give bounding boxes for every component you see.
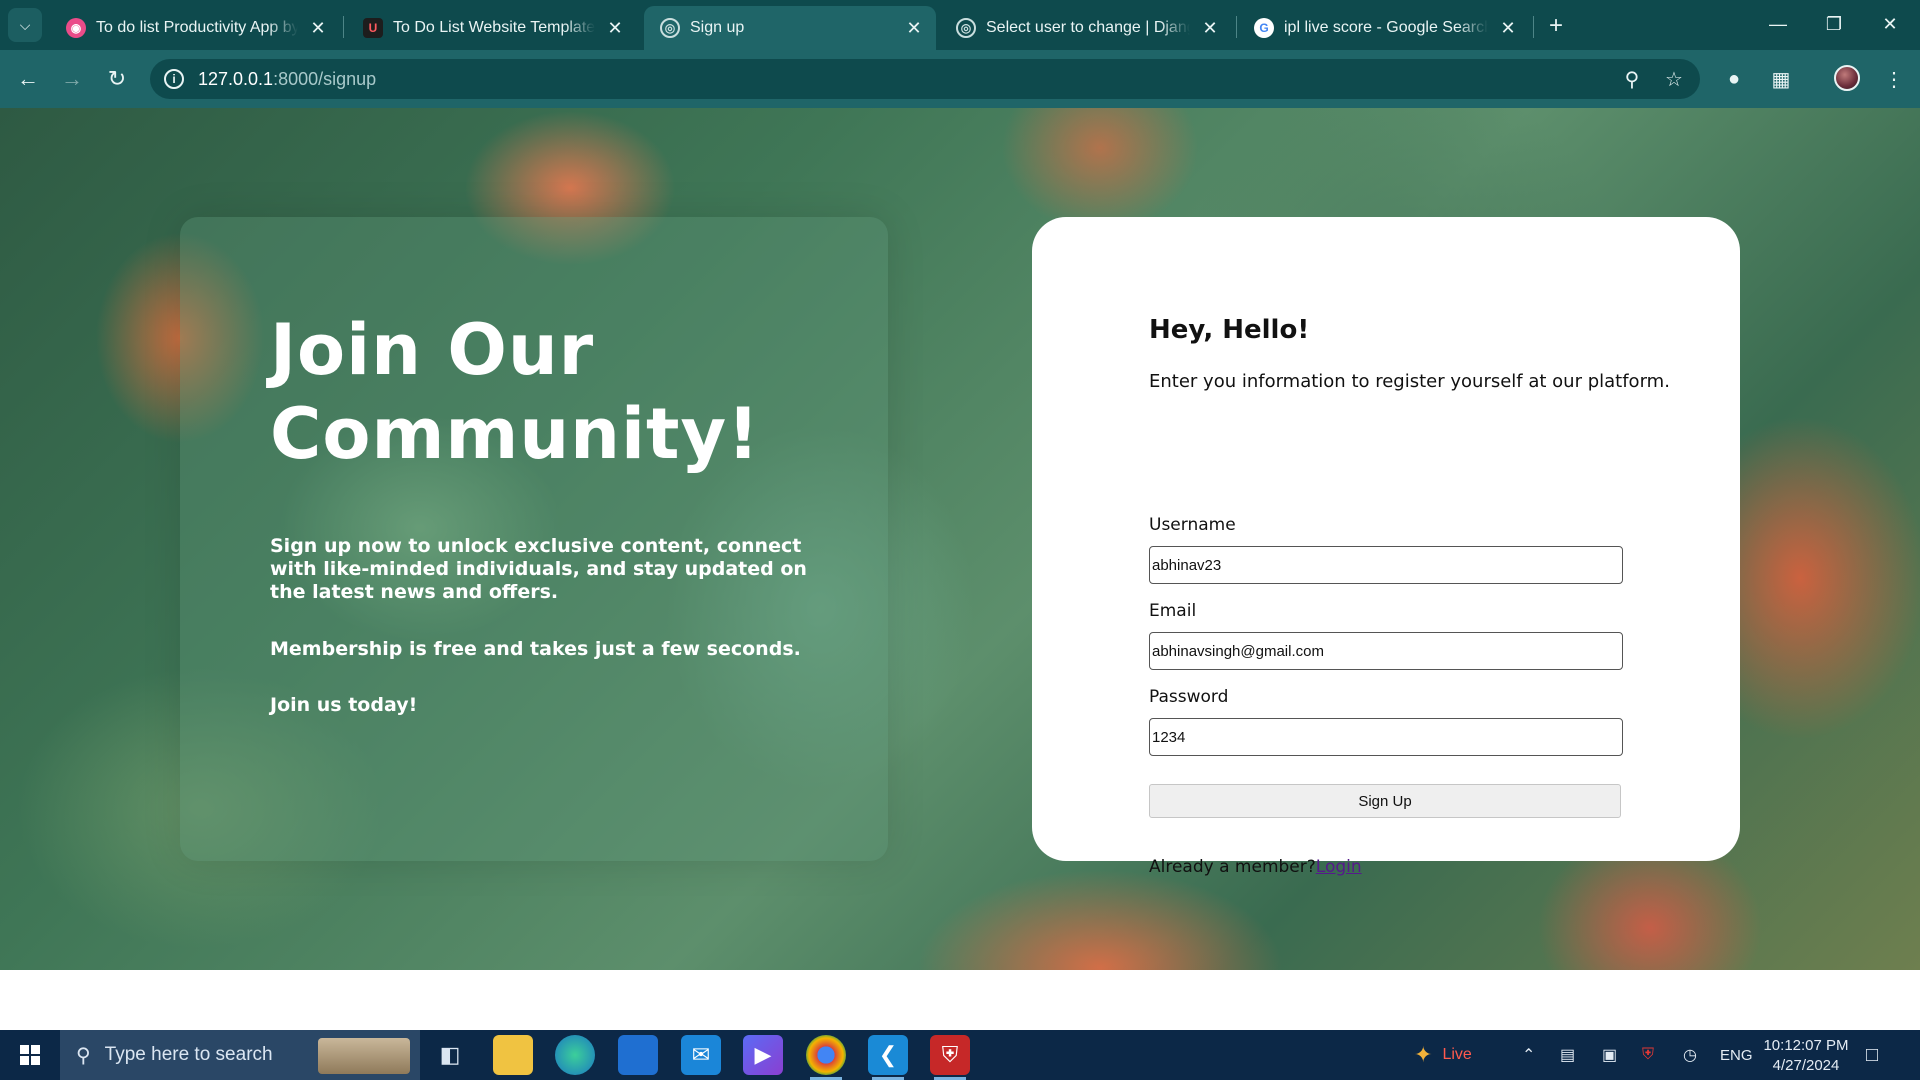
email-input[interactable] [1149, 632, 1623, 670]
tab-search-button[interactable]: ⌵ [8, 8, 42, 42]
forward-arrow-icon[interactable]: → [56, 63, 88, 95]
close-tab-icon[interactable]: ✕ [1498, 18, 1518, 39]
dribbble-icon: ◉ [66, 18, 86, 38]
bookmark-star-icon[interactable]: ☆ [1662, 67, 1686, 91]
tab-title: To Do List Website Template | U [393, 19, 595, 36]
tab-separator [1533, 16, 1534, 38]
username-input[interactable] [1149, 546, 1623, 584]
globe-icon: ◎ [956, 18, 976, 38]
taskbar-clock[interactable]: 10:12:07 PM 4/27/2024 [1756, 1036, 1856, 1076]
more-menu-icon[interactable]: ⋮ [1878, 63, 1910, 95]
extension-pin-icon[interactable]: ● [1718, 63, 1750, 95]
tab-title: Sign up [690, 19, 745, 36]
sign-up-button[interactable]: Sign Up [1149, 784, 1621, 818]
already-member-text: Already a member?Login [1149, 857, 1362, 877]
security-shield-icon[interactable]: ⛨ [1642, 1030, 1654, 1080]
browser-tab[interactable]: U To Do List Website Template | U ✕ [347, 6, 637, 50]
back-arrow-icon[interactable]: ← [12, 63, 44, 95]
already-member-label: Already a member? [1149, 857, 1316, 877]
microsoft-store-icon[interactable] [618, 1035, 658, 1075]
mail-icon[interactable]: ✉ [681, 1035, 721, 1075]
username-label: Username [1149, 515, 1236, 535]
close-tab-icon[interactable]: ✕ [904, 18, 924, 39]
hero-paragraph: Membership is free and takes just a few … [270, 638, 801, 660]
globe-icon: ◎ [660, 18, 680, 38]
browser-tab[interactable]: ◉ To do list Productivity App by H ✕ [50, 6, 340, 50]
language-indicator[interactable]: ENG [1720, 1030, 1753, 1080]
edge-browser-icon[interactable] [555, 1035, 595, 1075]
hero-paragraph: Sign up now to unlock exclusive content,… [270, 535, 807, 603]
windows-taskbar: ⚲ Type here to search ◧ ✉ ▶ ❮ ⛨ ✦ Live ⌃… [0, 1030, 1920, 1080]
start-button[interactable] [0, 1030, 60, 1080]
clock-time: 10:12:07 PM [1763, 1037, 1849, 1054]
page-viewport: Join Our Community! Sign up now to unloc… [0, 108, 1920, 970]
email-label: Email [1149, 601, 1197, 621]
u-logo-icon: U [363, 18, 383, 38]
password-label: Password [1149, 687, 1229, 707]
search-highlight-image [318, 1038, 410, 1074]
reload-icon[interactable]: ↻ [101, 63, 133, 95]
hero-title: Join Our Community! [270, 309, 761, 475]
close-tab-icon[interactable]: ✕ [308, 18, 328, 39]
form-subtitle: Enter you information to register yourse… [1149, 371, 1670, 392]
meet-now-icon[interactable]: ▣ [1602, 1030, 1617, 1080]
chevron-down-icon: ⌵ [19, 16, 31, 33]
signup-form-card: Hey, Hello! Enter you information to reg… [1032, 217, 1740, 877]
battery-icon[interactable]: ▤ [1560, 1030, 1575, 1080]
window-close-icon[interactable]: ✕ [1862, 0, 1918, 48]
hero-paragraph: Join us today! [270, 694, 418, 716]
password-input[interactable] [1149, 718, 1623, 756]
close-tab-icon[interactable]: ✕ [1200, 18, 1220, 39]
taskbar-search-placeholder: Type here to search [104, 1044, 273, 1065]
live-label: Live [1442, 1046, 1472, 1063]
show-hidden-icons-chevron-icon[interactable]: ⌃ [1522, 1030, 1535, 1080]
new-tab-plus-icon[interactable]: + [1542, 12, 1570, 40]
address-host: 127.0.0.1 [198, 68, 274, 89]
task-view-icon[interactable]: ◧ [430, 1035, 470, 1075]
form-title: Hey, Hello! [1149, 315, 1310, 345]
vscode-icon[interactable]: ❮ [868, 1035, 908, 1080]
wifi-icon[interactable]: ◷ [1683, 1030, 1697, 1080]
close-tab-icon[interactable]: ✕ [605, 18, 625, 39]
tab-title: Select user to change | Django s [986, 19, 1190, 36]
minimize-icon[interactable]: — [1750, 0, 1806, 48]
google-icon: G [1254, 18, 1274, 38]
login-link[interactable]: Login [1316, 857, 1362, 877]
antivirus-shield-icon[interactable]: ⛨ [930, 1035, 970, 1080]
search-icon: ⚲ [76, 1044, 91, 1067]
tab-separator [1236, 16, 1237, 38]
restore-icon[interactable]: ❐ [1806, 0, 1862, 48]
browser-toolbar: ← → ↻ i 127.0.0.1:8000/signup ⚲ ☆ ● ▦ ⋮ [0, 50, 1920, 108]
live-flame-icon: ✦ [1414, 1042, 1433, 1067]
browser-tabstrip: ⌵ ◉ To do list Productivity App by H ✕ U… [0, 0, 1920, 50]
browser-tab[interactable]: ◎ Select user to change | Django s ✕ [940, 6, 1232, 50]
browser-tab-active[interactable]: ◎ Sign up ✕ [644, 6, 936, 50]
media-player-icon[interactable]: ▶ [743, 1035, 783, 1075]
browser-tab[interactable]: G ipl live score - Google Search ✕ [1238, 6, 1530, 50]
tab-title: ipl live score - Google Search [1284, 19, 1488, 36]
notifications-icon[interactable]: □ [1866, 1030, 1878, 1080]
file-explorer-icon[interactable] [493, 1035, 533, 1075]
profile-avatar[interactable] [1834, 65, 1860, 91]
site-info-icon[interactable]: i [164, 69, 184, 89]
zoom-icon[interactable]: ⚲ [1620, 67, 1644, 91]
extensions-puzzle-icon[interactable]: ▦ [1765, 63, 1797, 95]
windows-logo-icon [20, 1045, 40, 1065]
clock-date: 4/27/2024 [1772, 1057, 1840, 1074]
chrome-icon[interactable] [806, 1035, 846, 1080]
address-bar[interactable]: i 127.0.0.1:8000/signup ⚲ ☆ [150, 59, 1700, 99]
tab-title: To do list Productivity App by H [96, 19, 298, 36]
address-path: :8000/signup [273, 68, 377, 89]
tab-separator [343, 16, 344, 38]
live-widget[interactable]: ✦ Live [1414, 1030, 1472, 1080]
